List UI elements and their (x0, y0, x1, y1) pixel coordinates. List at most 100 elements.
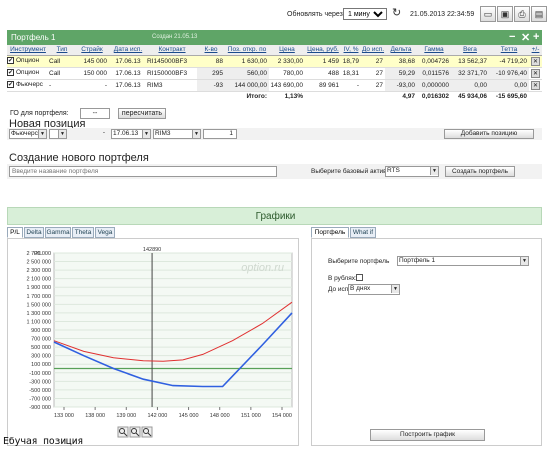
zoom-reset-icon[interactable] (141, 426, 153, 438)
tab-pl[interactable]: P/L (7, 227, 23, 238)
column-header[interactable]: К-во (197, 45, 225, 56)
y-tick-label: 900 000 (31, 328, 51, 334)
expiry-select[interactable]: В днях ▼ (348, 284, 400, 295)
portfolio-name-input[interactable] (9, 166, 277, 177)
save-icon[interactable]: ▣ (497, 6, 513, 22)
cell-inst: ✔ Опцион (7, 67, 49, 80)
column-header[interactable]: Страйк (75, 45, 109, 56)
cell-vega: 32 371,70 (451, 67, 489, 80)
remove-icon[interactable]: ✕ (531, 68, 540, 78)
chart-settings-panel: Выберите портфель Портфель 1 ▼ В рублях: … (311, 238, 542, 446)
type-select[interactable]: ▼ (49, 129, 67, 139)
column-header[interactable]: Гамма (417, 45, 451, 56)
cell-contract: RIM3 (147, 79, 197, 92)
check-icon[interactable]: ✔ (7, 57, 14, 65)
date-select[interactable]: 17.06.13 ▼ (111, 129, 151, 139)
y-tick-label: 2 500 000 (27, 260, 51, 266)
totals-cell (109, 91, 147, 101)
y-tick-label: 1 500 000 (27, 302, 51, 308)
minimize-icon[interactable]: − (509, 31, 515, 43)
x-tick-label: 133 000 (54, 413, 74, 419)
y-tick-label: 2 300 000 (27, 268, 51, 274)
column-header[interactable]: Дата исп. (109, 45, 147, 56)
tab-portfolio[interactable]: Портфель (311, 227, 349, 238)
column-header[interactable]: IV, % (341, 45, 361, 56)
cell-vega: 13 562,37 (451, 55, 489, 68)
check-icon[interactable]: ✔ (7, 81, 14, 89)
column-header[interactable]: Инструмент (7, 45, 49, 56)
x-tick-label: 145 000 (179, 413, 199, 419)
remove-icon[interactable]: ✕ (531, 80, 540, 90)
y-tick-label: -300 000 (29, 379, 51, 385)
table-row[interactable]: ✔ Опцион Call 150 000 17.06.13 RI150000BF3 295… (7, 67, 542, 80)
remove-icon[interactable]: ✕ (531, 56, 540, 66)
zoom-out-icon[interactable] (129, 426, 141, 438)
build-chart-button[interactable]: Построить график (370, 429, 485, 441)
column-header[interactable]: До исп. (361, 45, 385, 56)
cell-theta: -10 976,40 (489, 67, 529, 80)
column-header[interactable]: Поз. откр. по (225, 45, 269, 56)
create-portfolio-button[interactable]: Создать портфель (445, 166, 515, 177)
tab-theta[interactable]: Theta (72, 227, 94, 238)
totals-cell: Итого: (246, 92, 268, 100)
tab-what-if[interactable]: What if (350, 227, 376, 238)
y-tick-label: 300 000 (31, 354, 51, 360)
column-header[interactable]: Контракт (147, 45, 197, 56)
cell-qty: -93 (197, 79, 225, 92)
close-icon[interactable]: ✕ (521, 31, 530, 44)
tab-gamma[interactable]: Gamma (45, 227, 71, 238)
folder-icon[interactable]: ▭ (480, 6, 496, 22)
column-header[interactable]: +/- (529, 45, 542, 56)
y-tick-label: 2 100 000 (27, 277, 51, 283)
instrument-select[interactable]: Фьючерс ▼ (9, 129, 47, 139)
totals-cell (529, 91, 542, 101)
strike-field[interactable]: - (69, 129, 107, 139)
cell-strike: 145 000 (75, 55, 109, 68)
toolbar: Обновлять через 1 минуту ↻ 21.05.2013 22… (0, 0, 550, 28)
totals-cell (341, 91, 361, 101)
table-row[interactable]: ✔ Опцион Call 145 000 17.06.13 RI145000BF3 88 1… (7, 55, 542, 68)
portfolio-select[interactable]: Портфель 1 ▼ (397, 256, 529, 266)
tab-delta[interactable]: Delta (24, 227, 44, 238)
column-header[interactable]: Дельта (385, 45, 417, 56)
cell-delta: -93,00 (385, 79, 417, 92)
zoom-in-icon[interactable] (117, 426, 129, 438)
column-header[interactable]: Тетта (489, 45, 529, 56)
go-label: ГО для портфеля: (10, 110, 69, 117)
cell-days: 27 (361, 55, 385, 68)
caption-text: Ебучая позиция (3, 436, 84, 447)
cell-price_rub: 488 (305, 67, 341, 80)
column-header[interactable]: Вега (451, 45, 489, 56)
refresh-interval-select[interactable]: 1 минуту (343, 8, 387, 20)
quantity-field[interactable]: 1 (203, 129, 237, 139)
asset-select[interactable]: RTS ▼ (385, 166, 439, 177)
x-tick-label: 138 000 (85, 413, 105, 419)
refresh-icon[interactable]: ↻ (392, 7, 404, 19)
totals-cell: -15 695,60 (495, 92, 527, 100)
recalc-button[interactable]: пересчитать (118, 108, 166, 119)
column-header[interactable]: Тип (49, 45, 75, 56)
chevron-down-icon: ▼ (38, 130, 46, 138)
add-icon[interactable]: + (533, 31, 539, 43)
totals-cell (197, 91, 225, 101)
cell-type: Call (49, 55, 75, 68)
tab-vega[interactable]: Vega (95, 227, 115, 238)
column-header[interactable]: Цена (269, 45, 305, 56)
chevron-down-icon: ▼ (58, 130, 66, 138)
column-header[interactable]: Цена, руб. (305, 45, 341, 56)
totals-cell: 45 934,06 (458, 92, 487, 100)
print-icon[interactable]: ⎙ (514, 6, 530, 22)
asset-label: Выберите базовый актив (311, 168, 387, 175)
export-icon[interactable]: ▤ (531, 6, 547, 22)
table-row[interactable]: ✔ Фьючерс - -17.06.13 RIM3 -93 144 000,00 143 6… (7, 79, 542, 92)
add-position-button[interactable]: Добавить позицию (444, 129, 534, 139)
cell-inst: ✔ Опцион (7, 55, 49, 68)
rub-checkbox[interactable] (356, 274, 363, 281)
create-portfolio-title: Создание нового портфеля (9, 152, 149, 164)
cell-open: 560,00 (225, 67, 269, 80)
cell-strike: 150 000 (75, 67, 109, 80)
cell-date: 17.06.13 (109, 79, 147, 92)
check-icon[interactable]: ✔ (7, 69, 14, 77)
cell-contract: RI145000BF3 (147, 55, 197, 68)
contract-select[interactable]: RIM3 ▼ (153, 129, 201, 139)
